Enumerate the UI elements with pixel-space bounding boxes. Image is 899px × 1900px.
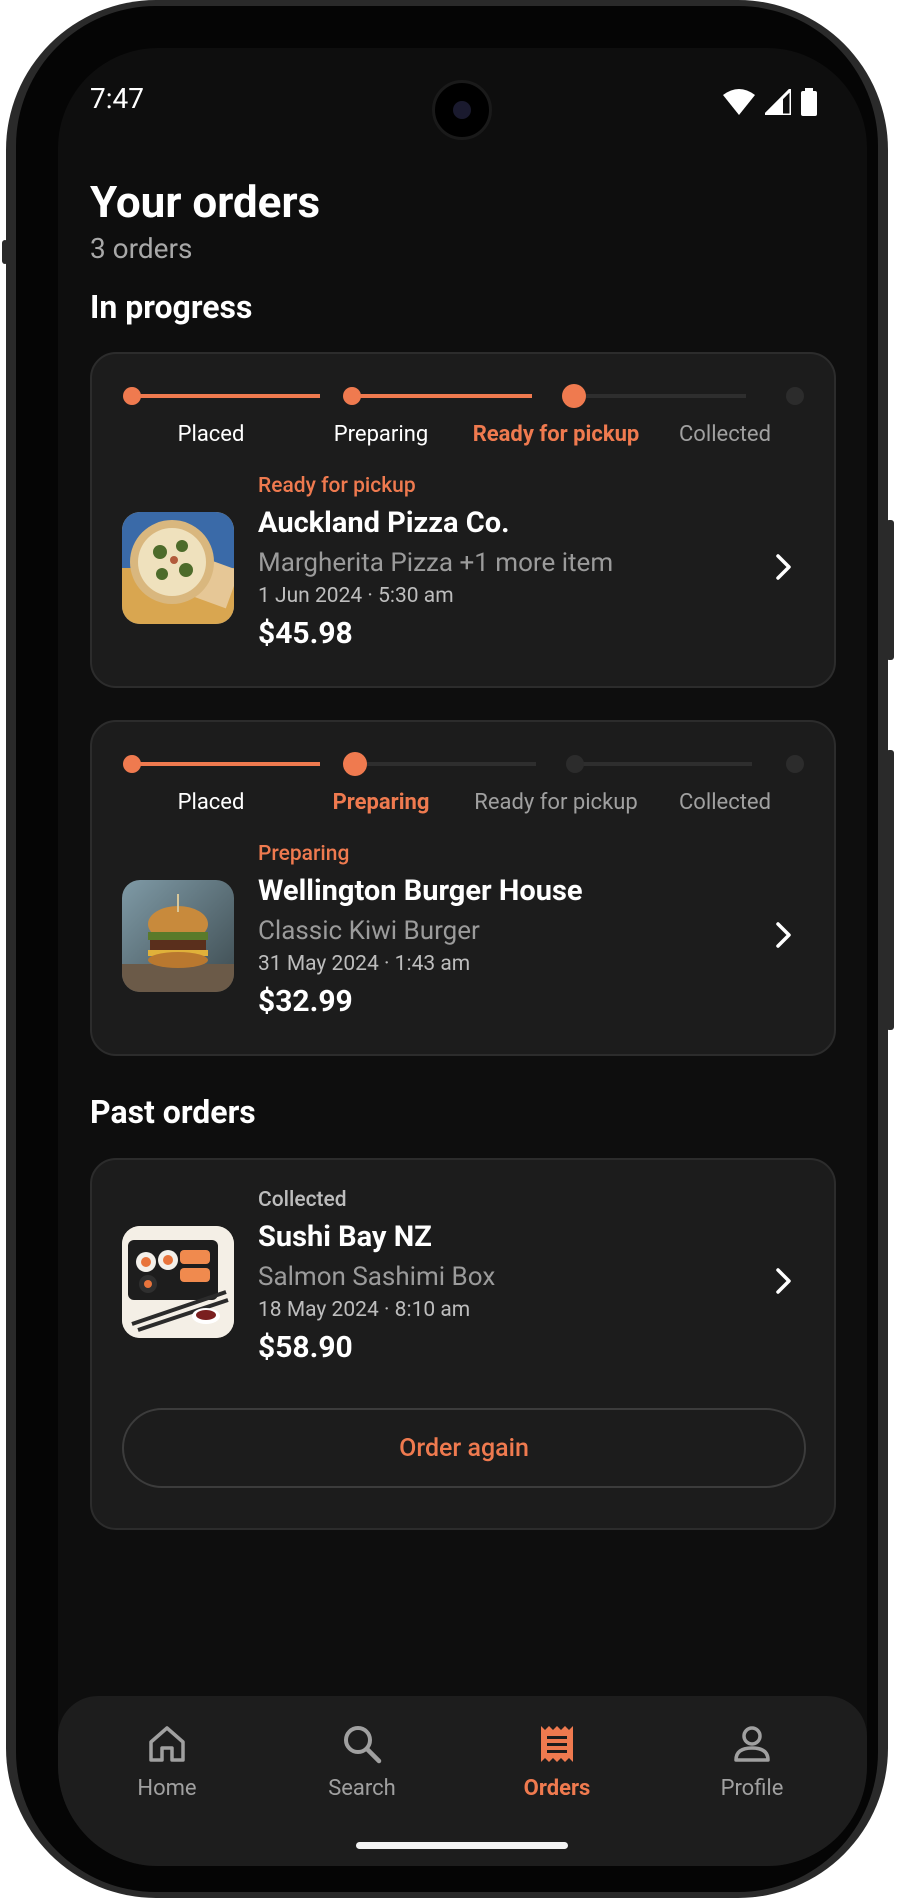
nav-label: Home [137,1776,197,1801]
signal-icon [765,89,791,115]
bottom-navigation: Home Search Orders Profile [58,1696,867,1866]
phone-frame: 7:47 Your orders 3 orders In progress Pl… [2,0,894,1898]
section-in-progress: In progress [90,288,253,326]
order-again-button[interactable]: Order again [122,1408,806,1488]
restaurant-name: Sushi Bay NZ [258,1220,432,1254]
chevron-right-icon[interactable] [768,920,798,950]
step-label-collected: Collected [678,790,772,815]
progress-tracker: Placed Preparing Ready for pickup Collec… [92,354,834,464]
search-icon [344,1726,382,1764]
step-dot-done [123,755,141,773]
side-button [2,240,8,264]
step-dot-done [343,387,361,405]
nav-home[interactable]: Home [87,1722,247,1801]
order-items: Salmon Sashimi Box [258,1262,496,1292]
step-label-preparing: Preparing [332,790,430,815]
step-label-ready: Ready for pickup [472,422,640,447]
order-date: 31 May 2024 · 1:43 am [258,952,471,976]
section-past-orders: Past orders [90,1093,256,1131]
battery-icon [801,88,817,116]
nav-profile[interactable]: Profile [672,1722,832,1801]
home-icon [149,1726,185,1762]
order-status: Preparing [258,842,350,866]
order-price: $32.99 [258,984,353,1019]
restaurant-name: Wellington Burger House [258,874,583,908]
order-date: 18 May 2024 · 8:10 am [258,1298,471,1322]
order-status: Ready for pickup [258,474,416,498]
step-dot-pending [786,755,804,773]
step-dot-done [123,387,141,405]
receipt-icon [541,1726,573,1762]
phone-bezel: 7:47 Your orders 3 orders In progress Pl… [16,6,878,1892]
nav-search[interactable]: Search [282,1722,442,1801]
wifi-icon [723,89,755,115]
progress-segment [350,762,536,766]
order-card-auckland-pizza[interactable]: Placed Preparing Ready for pickup Collec… [90,352,836,688]
nav-label: Search [328,1776,396,1801]
step-label-placed: Placed [177,790,245,815]
order-card-wellington-burger[interactable]: Placed Preparing Ready for pickup Collec… [90,720,836,1056]
pizza-image [122,512,234,624]
step-label-ready: Ready for pickup [474,790,638,815]
progress-segment [346,394,532,398]
nav-label: Profile [720,1776,784,1801]
burger-image [122,880,234,992]
step-dot-pending [786,387,804,405]
power-button [886,520,894,660]
progress-segment [134,394,320,398]
volume-button [886,750,894,1030]
progress-segment [562,394,746,398]
chevron-right-icon[interactable] [768,552,798,582]
page-title: Your orders [90,176,321,228]
person-icon [734,1726,770,1762]
status-icons [723,88,817,116]
screen: 7:47 Your orders 3 orders In progress Pl… [58,48,867,1866]
front-camera [432,80,492,140]
order-items: Margherita Pizza +1 more item [258,548,614,578]
sushi-image [122,1226,234,1338]
order-count: 3 orders [90,232,193,265]
step-label-placed: Placed [177,422,245,447]
home-indicator[interactable] [356,1842,568,1849]
order-status: Collected [258,1188,347,1212]
order-date: 1 Jun 2024 · 5:30 am [258,584,454,608]
restaurant-name: Auckland Pizza Co. [258,506,510,540]
nav-label: Orders [523,1776,591,1801]
chevron-right-icon[interactable] [768,1266,798,1296]
order-card-sushi-bay[interactable]: Collected Sushi Bay NZ Salmon Sashimi Bo… [90,1158,836,1530]
order-price: $45.98 [258,616,353,651]
step-label-preparing: Preparing [333,422,429,447]
order-items: Classic Kiwi Burger [258,916,480,946]
step-label-collected: Collected [678,422,772,447]
progress-segment [568,762,752,766]
nav-orders[interactable]: Orders [477,1722,637,1801]
status-time: 7:47 [90,82,144,115]
progress-segment [134,762,320,766]
step-dot-current [562,384,586,408]
progress-tracker: Placed Preparing Ready for pickup Collec… [92,722,834,832]
step-dot-pending [566,755,584,773]
step-dot-current [343,752,367,776]
order-price: $58.90 [258,1330,353,1365]
